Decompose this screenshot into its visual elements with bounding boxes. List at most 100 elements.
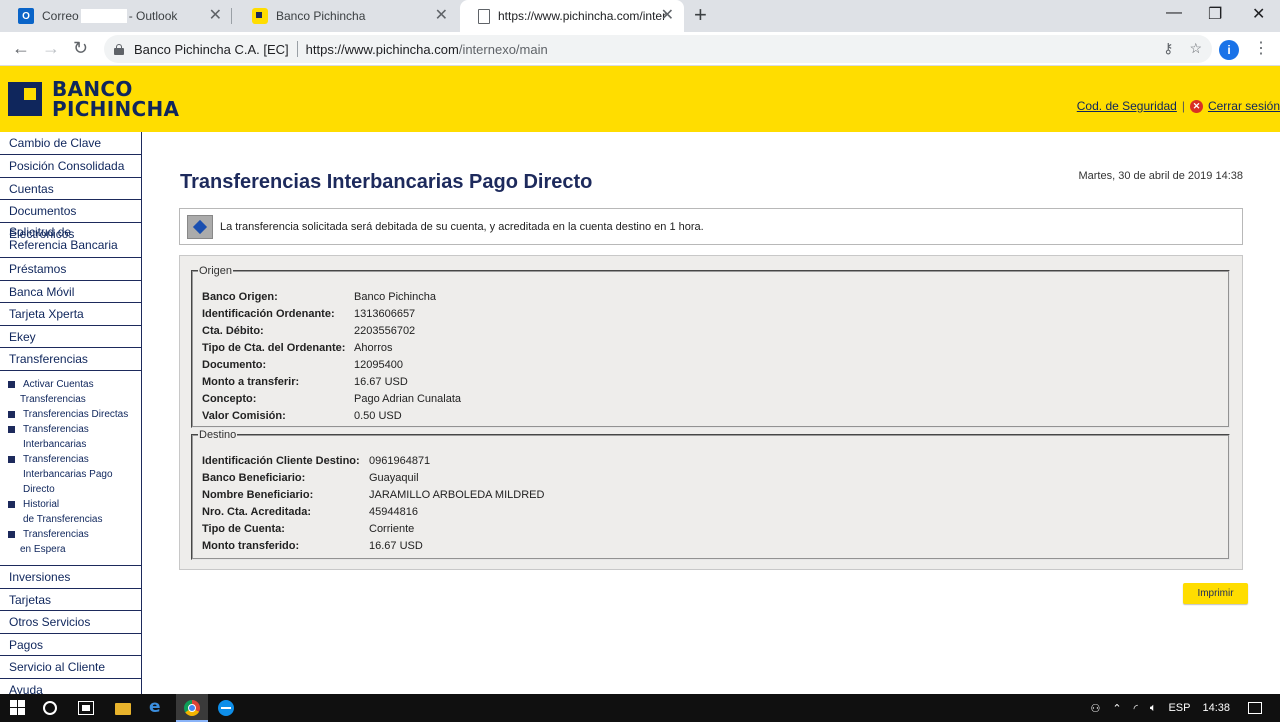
subnav-transferencias-interbancarias[interactable]: Transferencias Interbancarias [8,422,141,452]
origen-row: Cta. Débito: 2203556702 [202,323,461,340]
subnav-activar-cuentas[interactable]: Activar Cuentas Transferencias [8,377,141,407]
bullet-icon [8,456,15,463]
nav-item-ayuda[interactable]: Ayuda [0,679,141,694]
origen-row-value: Ahorros [354,342,393,354]
tab-banco-pichincha[interactable]: Banco Pichincha ✕ [234,0,458,32]
teamviewer-icon[interactable] [218,700,234,716]
subnav-transferencias-directas[interactable]: Transferencias Directas [8,407,141,422]
redacted-text [80,9,127,23]
origen-row-value: 12095400 [354,359,403,371]
nav-item-banca-movil[interactable]: Banca Móvil [0,281,141,303]
origen-row: Banco Origen: Banco Pichincha [202,289,461,306]
nav-item-cuentas[interactable]: Cuentas [0,178,141,200]
clock[interactable]: 14:38 [1202,702,1230,714]
reload-icon[interactable]: ↻ [73,38,88,58]
minimize-button[interactable]: — [1166,4,1182,22]
subnav-en-espera[interactable]: Transferencias en Espera [8,527,141,557]
maximize-button[interactable]: ❐ [1208,4,1222,24]
subnav-label: de Transferencias [23,514,103,525]
subnav-label: Directo [23,484,55,495]
origen-row-label: Monto a transferir: [202,376,300,388]
nav-item-label: Solicitud de [9,225,72,239]
nav-item-solicitud-referencia[interactable]: Solicitud de Referencia Bancaria [0,223,141,258]
origen-row: Documento: 12095400 [202,357,461,374]
origen-row: Valor Comisión: 0.50 USD [202,408,461,425]
subnav-historial[interactable]: Historial de Transferencias [8,497,141,527]
destino-row-value: 0961964871 [369,455,431,467]
origen-row-value: 16.67 USD [354,376,408,388]
origen-row-label: Concepto: [202,393,257,405]
nav-item-transferencias[interactable]: Transferencias [0,348,141,371]
subnav-label: Transferencias Directas [23,409,129,420]
logout-x-icon[interactable]: ✕ [1189,99,1203,113]
destino-row: Identificación Cliente Destino: 096196487… [202,453,544,470]
address-bar[interactable]: Banco Pichincha C.A. [EC] https://www.pi… [104,35,1212,63]
origen-row-value: Banco Pichincha [354,291,436,303]
nav-item-prestamos[interactable]: Préstamos [0,258,141,281]
destino-rows: Identificación Cliente Destino: 096196487… [202,453,544,555]
close-tab-icon[interactable]: ✕ [209,8,222,24]
nav-item-tarjeta-xperta[interactable]: Tarjeta Xperta [0,303,141,326]
nav-item-otros-servicios[interactable]: Otros Servicios [0,611,141,634]
tab-internexo[interactable]: https://www.pichincha.com/inter ✕ [460,0,684,32]
profile-avatar[interactable]: i [1219,40,1239,60]
destino-row: Tipo de Cuenta: Corriente [202,521,544,538]
close-tab-icon[interactable]: ✕ [435,8,448,24]
subnav-interbancarias-pago-directo[interactable]: Transferencias Interbancarias Pago Directo [8,452,141,497]
transfer-details-panel: Origen Banco Origen: Banco Pichincha Ident… [179,255,1243,570]
destino-row-label: Tipo de Cuenta: [202,523,285,535]
destino-row-label: Banco Beneficiario: [202,472,306,484]
origen-row-value: 0.50 USD [354,410,402,422]
destino-fieldset: Destino Identificación Cliente Destino: 0… [191,429,1230,560]
nav-item-cambio-clave[interactable]: Cambio de Clave [0,132,141,155]
destino-row: Monto transferido: 16.67 USD [202,538,544,555]
logout-link[interactable]: Cerrar sesión [1208,99,1280,113]
print-button[interactable]: Imprimir [1183,583,1248,604]
forward-arrow-icon[interactable]: → [42,38,60,58]
menu-dots-icon[interactable]: ⋮ [1253,38,1269,58]
wifi-icon[interactable]: ◜ [1134,702,1138,715]
key-icon[interactable]: ⚷ [1163,40,1173,57]
destino-row-label: Nro. Cta. Acreditada: [202,506,312,518]
bullet-icon [8,501,15,508]
transferencias-submenu: Activar Cuentas Transferencias Transferen… [0,371,141,566]
nav-item-documentos-electronicos[interactable]: Documentos Electrónicos [0,200,141,241]
nav-item-tarjetas[interactable]: Tarjetas [0,589,141,611]
chrome-taskbar-button[interactable] [176,694,208,722]
info-diamond-icon [187,214,213,239]
back-arrow-icon[interactable]: ← [12,38,30,58]
windows-start-icon[interactable] [10,700,26,716]
subnav-label: Historial [23,499,60,510]
edge-browser-icon[interactable]: e [149,697,161,717]
tray-overflow-icon[interactable]: ⌃ [1112,702,1121,715]
origen-row-label: Identificación Ordenante: [202,308,335,320]
page-title: Transferencias Interbancarias Pago Direc… [180,171,593,193]
nav-item-posicion-consolidada[interactable]: Posición Consolidada [0,155,141,178]
file-explorer-icon[interactable] [115,703,131,715]
destino-row-value: 16.67 USD [369,540,423,552]
subnav-label: Activar Cuentas [23,379,94,390]
destino-row-value: Guayaquil [369,472,419,484]
bookmark-star-icon[interactable]: ☆ [1189,40,1202,57]
language-indicator[interactable]: ESP [1168,702,1190,714]
volume-icon[interactable]: 🔈︎ [1150,702,1157,715]
task-view-icon[interactable] [78,701,94,715]
bank-logo-text[interactable]: BANCO PICHINCHA [52,79,179,119]
security-code-link[interactable]: Cod. de Seguridad [1077,99,1177,113]
nav-item-pagos[interactable]: Pagos [0,634,141,656]
nav-item-servicio-cliente[interactable]: Servicio al Cliente [0,656,141,679]
destino-row-label: Nombre Beneficiario: [202,489,314,501]
new-tab-button[interactable]: + [694,4,707,26]
left-nav: Cambio de Clave Posición Consolidada Cue… [0,132,142,694]
nav-item-ekey[interactable]: Ekey [0,326,141,348]
close-window-button[interactable]: ✕ [1252,4,1265,24]
search-icon[interactable] [43,701,57,715]
tab-outlook[interactable]: O Correo - Outlook ✕ [0,0,232,32]
origen-row-value: 1313606657 [354,308,416,320]
tab-banco-pichincha-title: Banco Pichincha [276,9,366,23]
subnav-label: Transferencias [23,529,89,540]
people-icon[interactable]: ⚇ [1090,702,1100,715]
notifications-icon[interactable] [1248,702,1262,714]
nav-item-inversiones[interactable]: Inversiones [0,566,141,589]
close-tab-icon[interactable]: ✕ [661,8,674,24]
